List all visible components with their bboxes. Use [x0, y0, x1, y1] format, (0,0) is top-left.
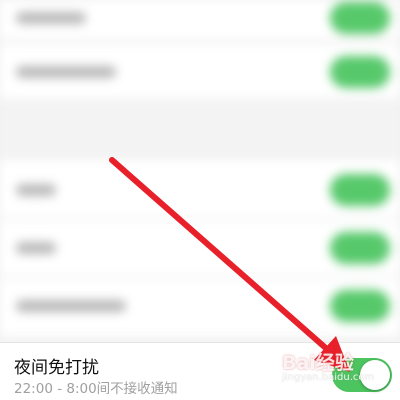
setting-subtitle: 22:00 - 8:00间不接收通知: [14, 381, 178, 397]
blurred-row: [0, 278, 400, 336]
blurred-row: [0, 160, 400, 218]
blurred-row: [0, 44, 400, 98]
night-dnd-toggle[interactable]: [332, 358, 392, 392]
setting-title: 夜间免打扰: [14, 358, 99, 378]
blurred-row: [0, 0, 400, 40]
night-dnd-setting-row[interactable]: 夜间免打扰 22:00 - 8:00间不接收通知: [0, 342, 400, 400]
toggle-knob: [360, 360, 390, 390]
blurred-settings-list: [0, 0, 400, 342]
blurred-row: [0, 220, 400, 276]
